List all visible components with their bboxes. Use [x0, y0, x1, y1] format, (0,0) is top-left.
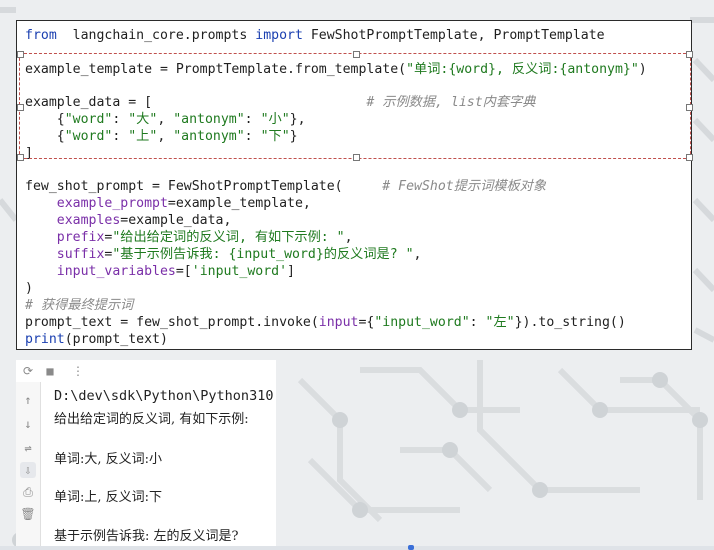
console-output-example2: 单词:上, 反义词:下 [54, 490, 163, 505]
code-token: "input_word" [374, 315, 470, 330]
rerun-icon[interactable]: ⟳ [20, 363, 36, 379]
console-gutter: ↑ ↓ ⇌ ⇩ ⎙ 🗑 [16, 382, 41, 550]
code-token: (prompt_text) [64, 332, 168, 347]
code-token: , [344, 230, 353, 245]
resize-handle-bm[interactable] [353, 154, 360, 161]
code-token: langchain_core.prompts [56, 28, 256, 43]
bottom-status-strip [0, 546, 714, 550]
run-console-panel: ⟳ ■ ⋮ ↑ ↓ ⇌ ⇩ ⎙ 🗑 D:\dev\sdk\Python\Pyth… [16, 360, 276, 550]
code-token: }).to_string() [514, 315, 626, 330]
code-line: prompt_text = few_shot_prompt.invoke(inp… [25, 314, 626, 331]
code-editor[interactable]: from langchain_core.prompts import FewSh… [16, 20, 693, 350]
print-icon[interactable]: ⎙ [20, 484, 36, 500]
more-icon[interactable]: ⋮ [70, 363, 86, 379]
console-output-prefix: 给出给定词的反义词, 有如下示例: [54, 412, 249, 427]
code-line: print(prompt_text) [25, 331, 168, 348]
code-token: ={ [358, 315, 375, 330]
code-line: examples=example_data, [25, 212, 232, 229]
code-token: suffix [25, 247, 105, 262]
code-line: few_shot_prompt = FewShotPromptTemplate(… [25, 178, 546, 195]
code-line: from langchain_core.prompts import FewSh… [25, 27, 605, 44]
code-token: prefix [25, 230, 105, 245]
code-token: =[ [175, 264, 192, 279]
code-token: =example_template, [167, 196, 311, 211]
stop-icon[interactable]: ■ [42, 363, 58, 379]
resize-handle-br[interactable] [686, 154, 693, 161]
code-token: 'input_word' [191, 264, 288, 279]
code-line: ) [25, 280, 33, 297]
code-token: =example_data, [120, 213, 232, 228]
code-line: # 获得最终提示词 [25, 297, 133, 314]
trash-icon[interactable]: 🗑 [20, 506, 36, 522]
up-arrow-icon[interactable]: ↑ [20, 392, 36, 408]
down-arrow-icon[interactable]: ↓ [20, 416, 36, 432]
code-token: from [25, 28, 57, 43]
code-token: import [255, 28, 303, 43]
code-line: prefix="给出给定词的反义词, 有如下示例: ", [25, 229, 353, 246]
code-token: input_variables [25, 264, 176, 279]
code-token: "基于示例告诉我: {input_word}的反义词是? " [112, 247, 414, 262]
code-token: input [318, 315, 359, 330]
code-token: prompt_text = few_shot_prompt.invoke( [25, 315, 319, 330]
console-output-example1: 单词:大, 反义词:小 [54, 452, 163, 467]
code-token: example_prompt [25, 196, 168, 211]
code-token: "左" [485, 315, 515, 330]
console-output-path: D:\dev\sdk\Python\Python310 [54, 388, 274, 404]
code-token: # 获得最终提示词 [25, 298, 134, 313]
resize-handle-bl[interactable] [17, 154, 24, 161]
code-token: : [469, 315, 486, 330]
resize-handle-tr[interactable] [686, 51, 693, 58]
code-token: "给出给定词的反义词, 有如下示例: " [112, 230, 345, 245]
resize-handle-tl[interactable] [17, 51, 24, 58]
code-token: examples [25, 213, 121, 228]
code-token: ) [25, 281, 33, 296]
code-line: input_variables=['input_word'] [25, 263, 295, 280]
code-token: FewShotPromptTemplate, PromptTemplate [302, 28, 605, 43]
selection-box[interactable] [17, 51, 693, 161]
run-toolbar: ⟳ ■ ⋮ [16, 360, 276, 382]
code-token: # FewShot提示词模板对象 [382, 179, 547, 194]
code-line: suffix="基于示例告诉我: {input_word}的反义词是? ", [25, 246, 422, 263]
code-token: ] [287, 264, 295, 279]
code-token: , [413, 247, 422, 262]
scroll-to-end-icon[interactable]: ⇩ [20, 462, 36, 478]
code-line: example_prompt=example_template, [25, 195, 311, 212]
soft-wrap-icon[interactable]: ⇌ [20, 440, 36, 456]
resize-handle-tm[interactable] [353, 51, 360, 58]
console-output-question: 基于示例告诉我: 左的反义词是? [54, 529, 239, 544]
resize-handle-ml[interactable] [17, 104, 24, 111]
resize-handle-mr[interactable] [686, 104, 693, 111]
code-token: few_shot_prompt = FewShotPromptTemplate( [25, 179, 383, 194]
progress-indicator [408, 545, 414, 550]
code-token: print [25, 332, 65, 347]
